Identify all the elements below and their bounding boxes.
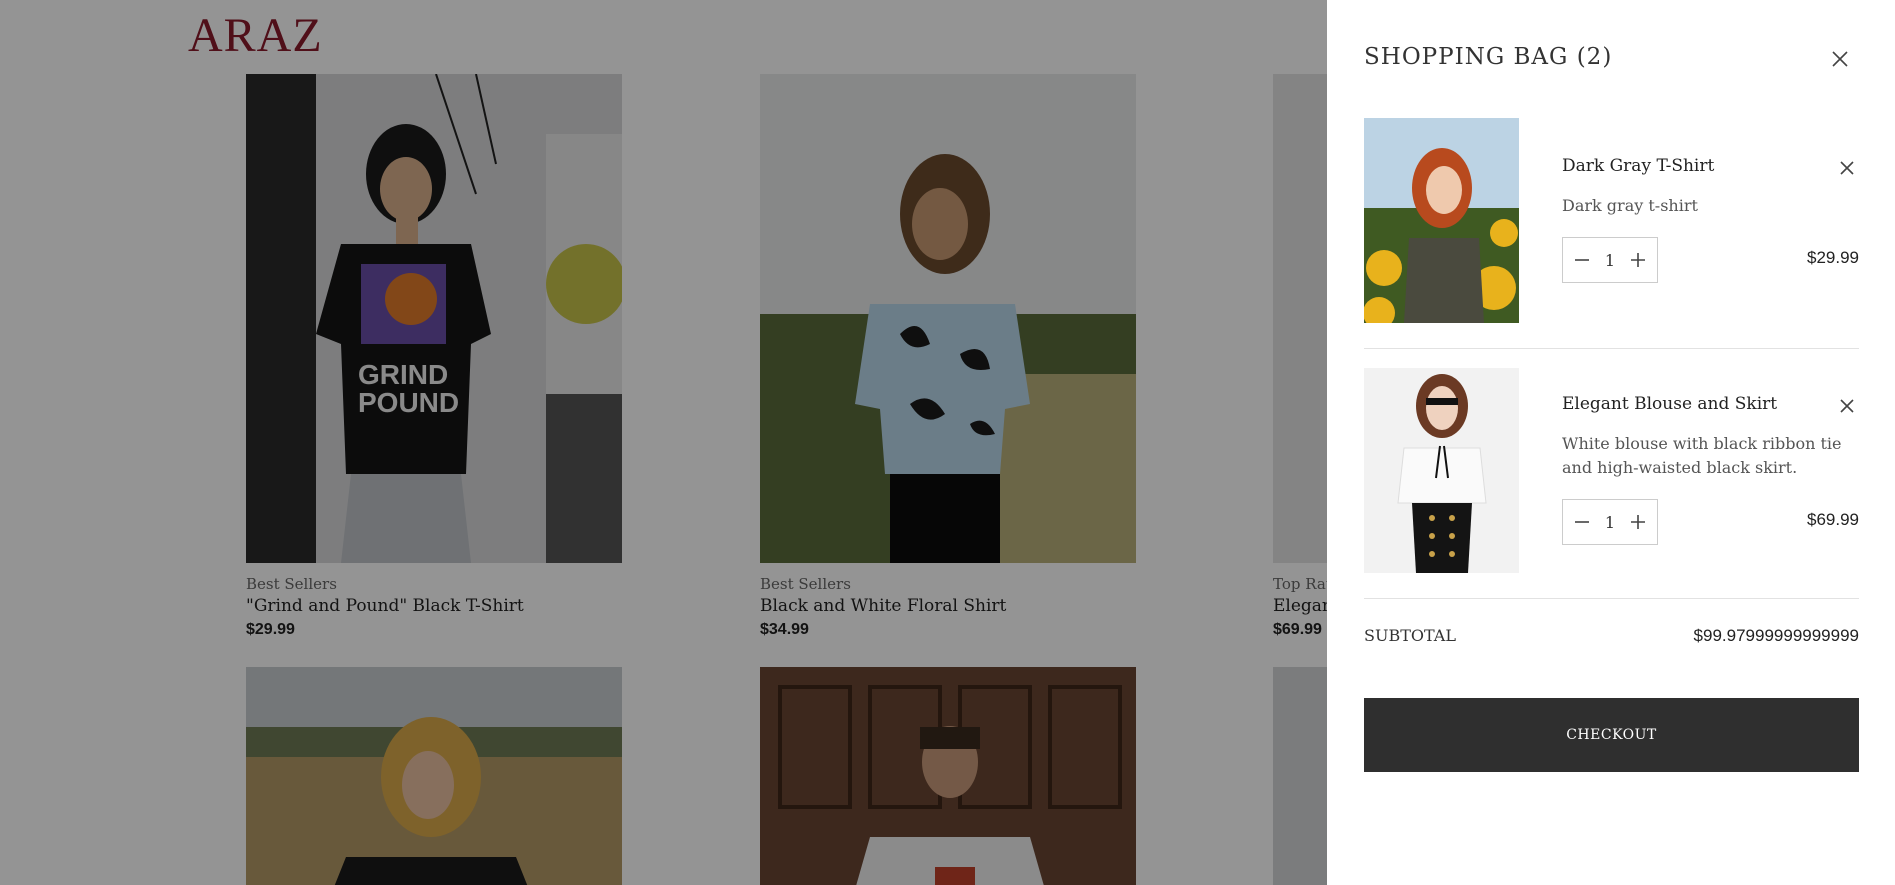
checkout-button[interactable]: CHECKOUT xyxy=(1364,698,1859,772)
quantity-stepper: 1 xyxy=(1562,499,1658,545)
quantity-stepper: 1 xyxy=(1562,237,1658,283)
remove-item-button[interactable] xyxy=(1835,156,1859,180)
subtotal-value: $99.97999999999999 xyxy=(1693,626,1859,645)
close-cart-button[interactable] xyxy=(1828,47,1852,71)
cart-item-price: $69.99 xyxy=(1807,510,1859,529)
cart-item: Dark Gray T-Shirt Dark gray t-shirt 1 $2… xyxy=(1364,118,1859,323)
cart-title: SHOPPING BAG (2) xyxy=(1364,44,1613,70)
divider xyxy=(1364,348,1859,349)
shopping-bag-drawer: SHOPPING BAG (2) Dark Gray T-Shirt Dark … xyxy=(1327,0,1895,885)
quantity-value[interactable]: 1 xyxy=(1605,251,1615,270)
cart-item-name[interactable]: Dark Gray T-Shirt xyxy=(1562,156,1714,176)
subtotal-label: SUBTOTAL xyxy=(1364,626,1456,645)
close-icon xyxy=(1840,161,1854,175)
modal-overlay[interactable] xyxy=(0,0,1327,885)
cart-item: Elegant Blouse and Skirt White blouse wi… xyxy=(1364,368,1859,573)
plus-icon[interactable] xyxy=(1629,513,1647,531)
remove-item-button[interactable] xyxy=(1835,394,1859,418)
cart-item-description: White blouse with black ribbon tie and h… xyxy=(1562,434,1842,477)
cart-item-price: $29.99 xyxy=(1807,248,1859,267)
cart-item-image[interactable] xyxy=(1364,118,1519,323)
cart-item-description: Dark gray t-shirt xyxy=(1562,196,1698,215)
divider xyxy=(1364,598,1859,599)
cart-item-image[interactable] xyxy=(1364,368,1519,573)
minus-icon[interactable] xyxy=(1573,251,1591,269)
quantity-value[interactable]: 1 xyxy=(1605,513,1615,532)
minus-icon[interactable] xyxy=(1573,513,1591,531)
plus-icon[interactable] xyxy=(1629,251,1647,269)
cart-item-name[interactable]: Elegant Blouse and Skirt xyxy=(1562,394,1777,414)
close-icon xyxy=(1832,51,1848,67)
close-icon xyxy=(1840,399,1854,413)
